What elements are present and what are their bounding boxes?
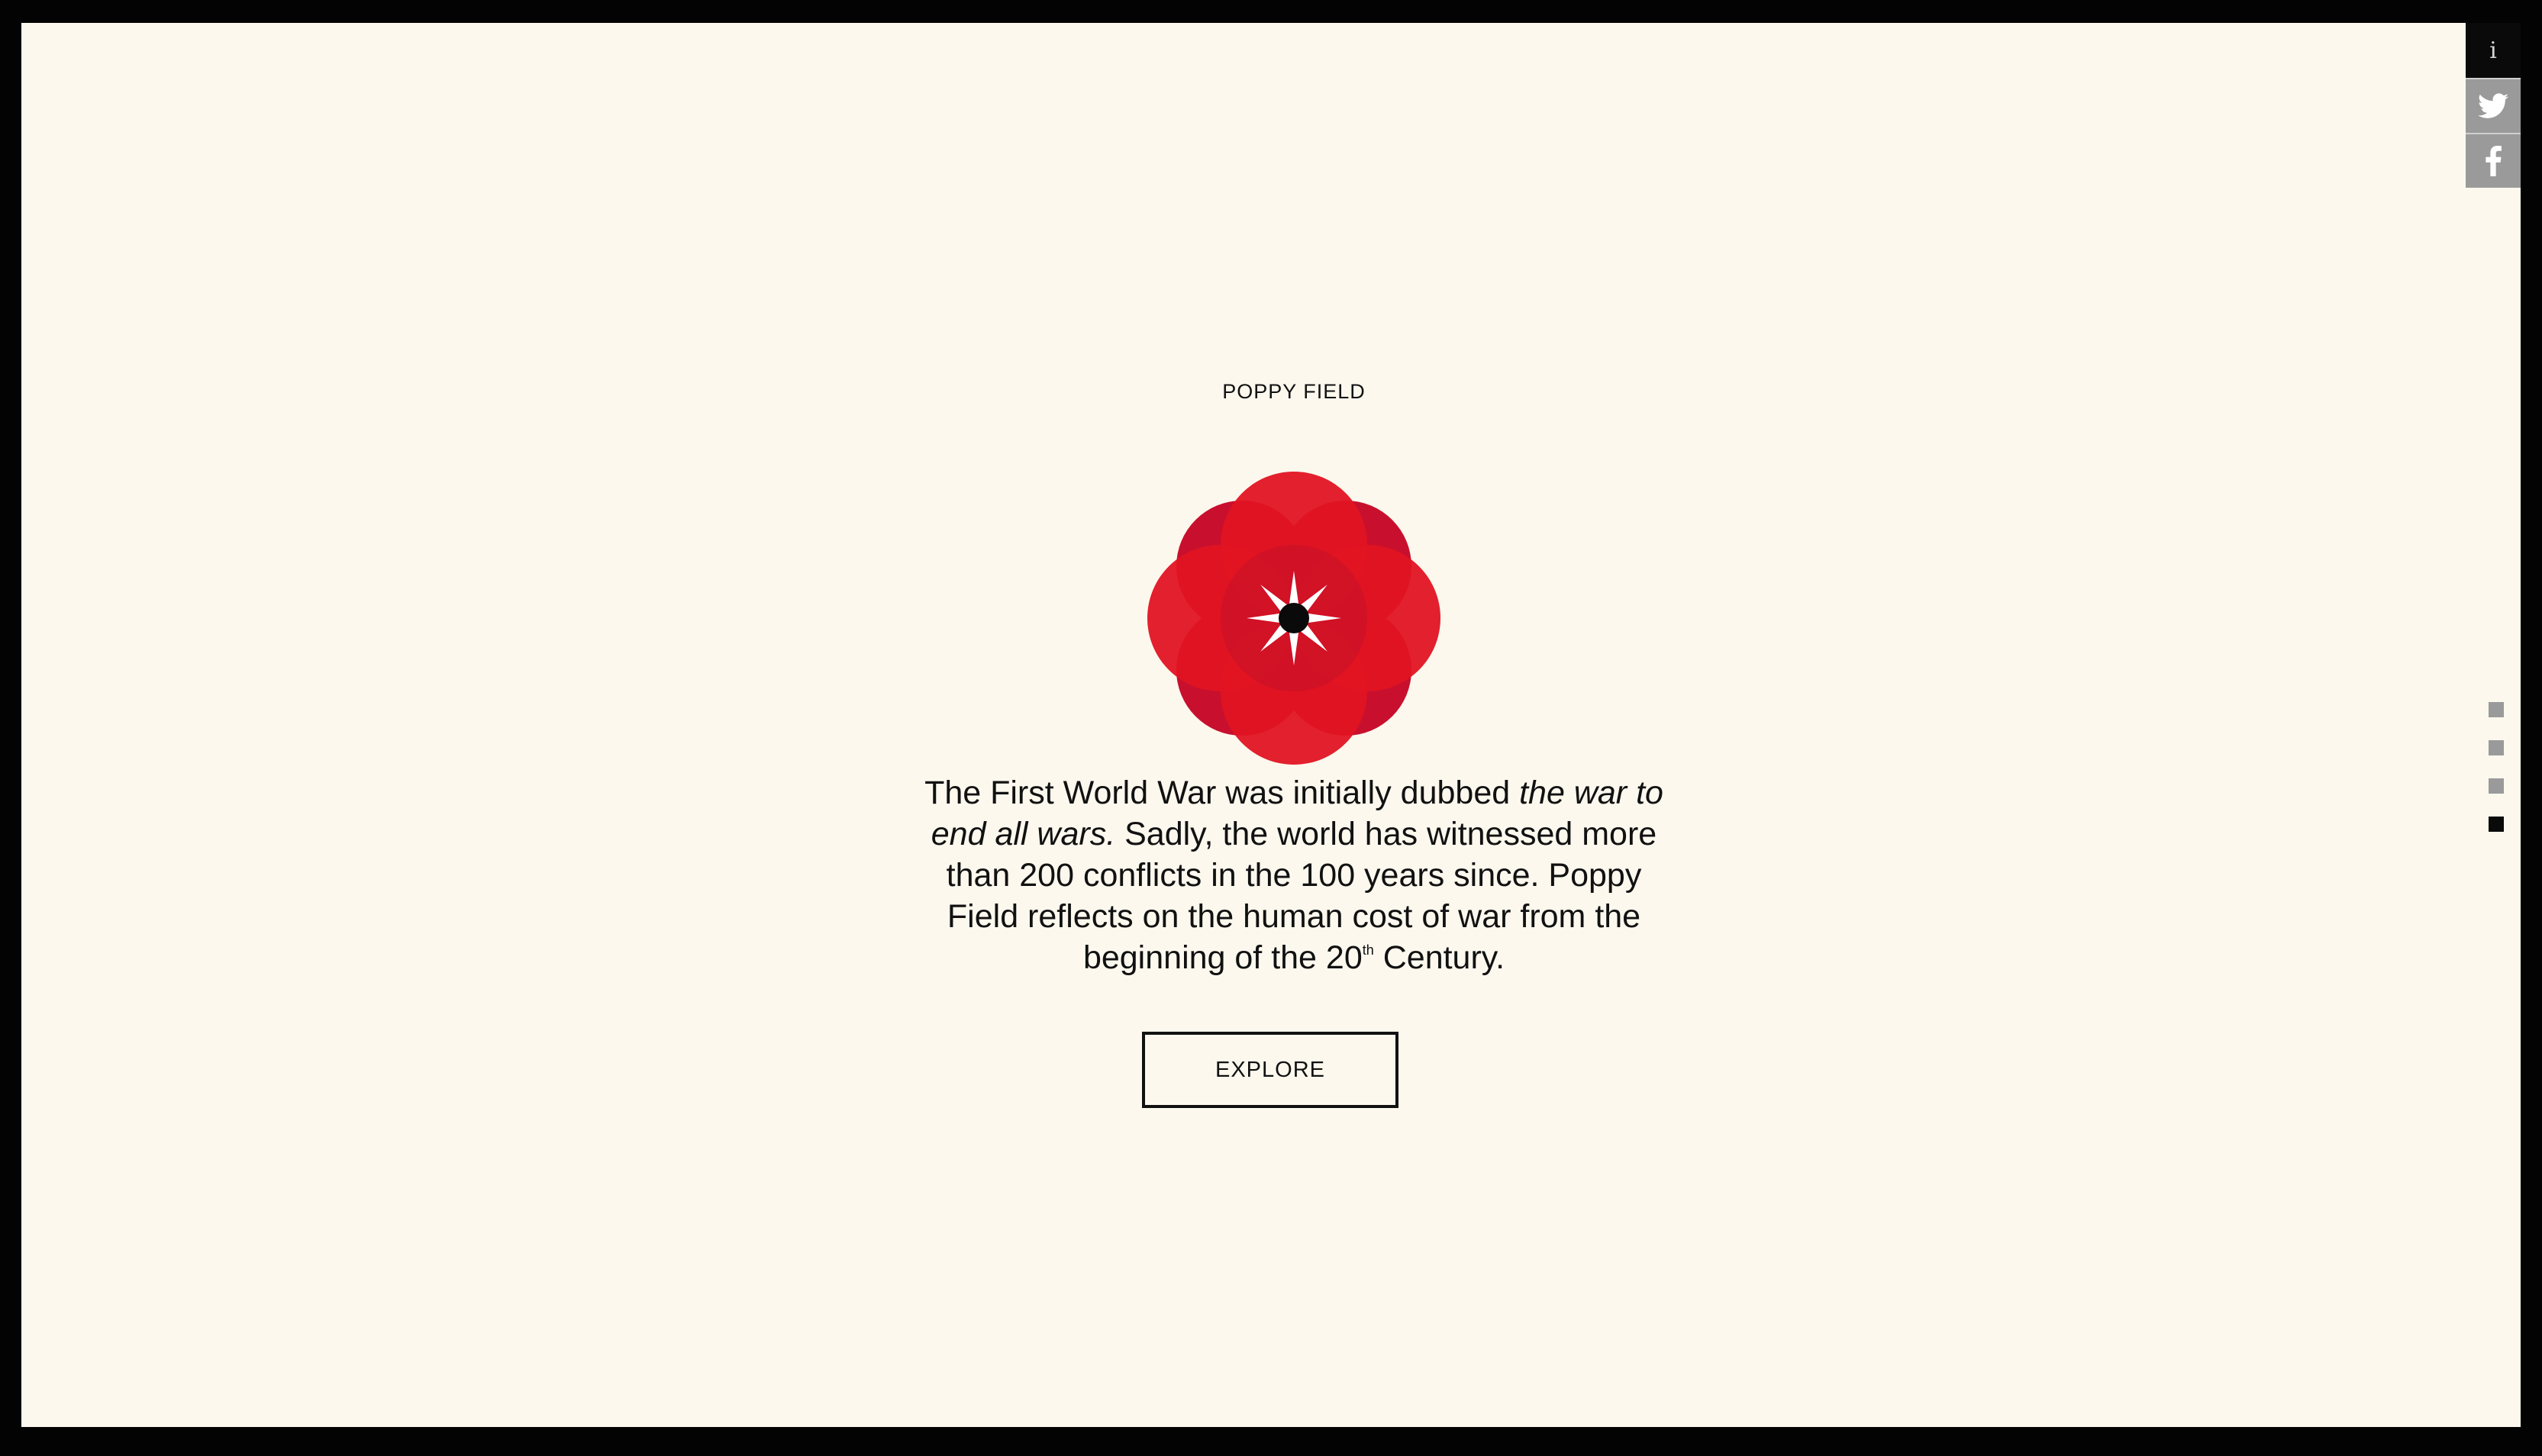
pager-dot-2[interactable]	[2489, 740, 2504, 755]
section-pager	[2489, 702, 2505, 855]
facebook-icon	[2486, 146, 2502, 176]
page-title: POPPY FIELD	[1222, 380, 1366, 403]
share-sidebar: i	[2466, 23, 2521, 188]
twitter-share-button[interactable]	[2466, 78, 2521, 133]
pager-dot-3[interactable]	[2489, 778, 2504, 794]
info-button[interactable]: i	[2466, 23, 2521, 78]
info-icon: i	[2489, 37, 2497, 64]
intro-text-end: Century.	[1373, 939, 1505, 976]
window-frame: POPPY FIELD The First World War was init…	[0, 0, 2542, 1456]
intro-text-start: The First World War was initially dubbed	[924, 775, 1520, 811]
intro-text: The First World War was initially dubbed…	[907, 772, 1681, 978]
intro-page: POPPY FIELD The First World War was init…	[21, 23, 2521, 1427]
intro-text-superscript: th	[1362, 942, 1374, 958]
twitter-icon	[2478, 93, 2508, 118]
explore-button[interactable]: EXPLORE	[1142, 1032, 1398, 1108]
pager-dot-1[interactable]	[2489, 702, 2504, 717]
facebook-share-button[interactable]	[2466, 133, 2521, 188]
poppy-logo	[1147, 472, 1440, 765]
pager-dot-4-active[interactable]	[2489, 817, 2504, 832]
